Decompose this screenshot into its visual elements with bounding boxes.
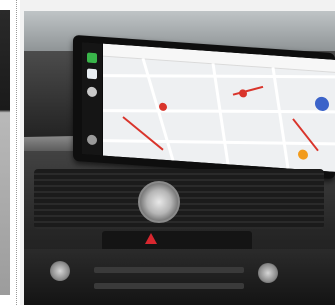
map-view xyxy=(103,43,335,172)
climate-control-panel xyxy=(24,249,335,305)
home-icon xyxy=(87,134,97,146)
map-roads xyxy=(103,58,335,169)
app-rail xyxy=(82,42,102,156)
control-buttons[interactable] xyxy=(94,267,244,273)
navigation-fab-icon[interactable] xyxy=(315,96,329,112)
road xyxy=(211,63,230,165)
control-buttons[interactable] xyxy=(94,283,244,289)
traffic-line xyxy=(292,118,319,152)
car-dashboard-photo xyxy=(24,11,335,305)
analog-clock xyxy=(138,181,180,223)
road xyxy=(271,67,290,169)
map-pin-icon xyxy=(298,149,308,160)
hazard-panel xyxy=(102,231,252,251)
maps-app-icon xyxy=(87,68,97,80)
left-edge-photo-strip xyxy=(0,10,10,295)
tuning-knob[interactable] xyxy=(258,263,278,283)
divider xyxy=(16,0,17,305)
volume-knob[interactable] xyxy=(50,261,70,281)
traffic-line xyxy=(232,85,264,96)
hazard-icon[interactable] xyxy=(145,233,157,244)
left-frame xyxy=(0,0,20,305)
phone-app-icon xyxy=(87,52,97,64)
assistant-icon xyxy=(87,86,97,98)
traffic-line xyxy=(122,116,164,151)
infotainment-screen xyxy=(82,42,335,172)
